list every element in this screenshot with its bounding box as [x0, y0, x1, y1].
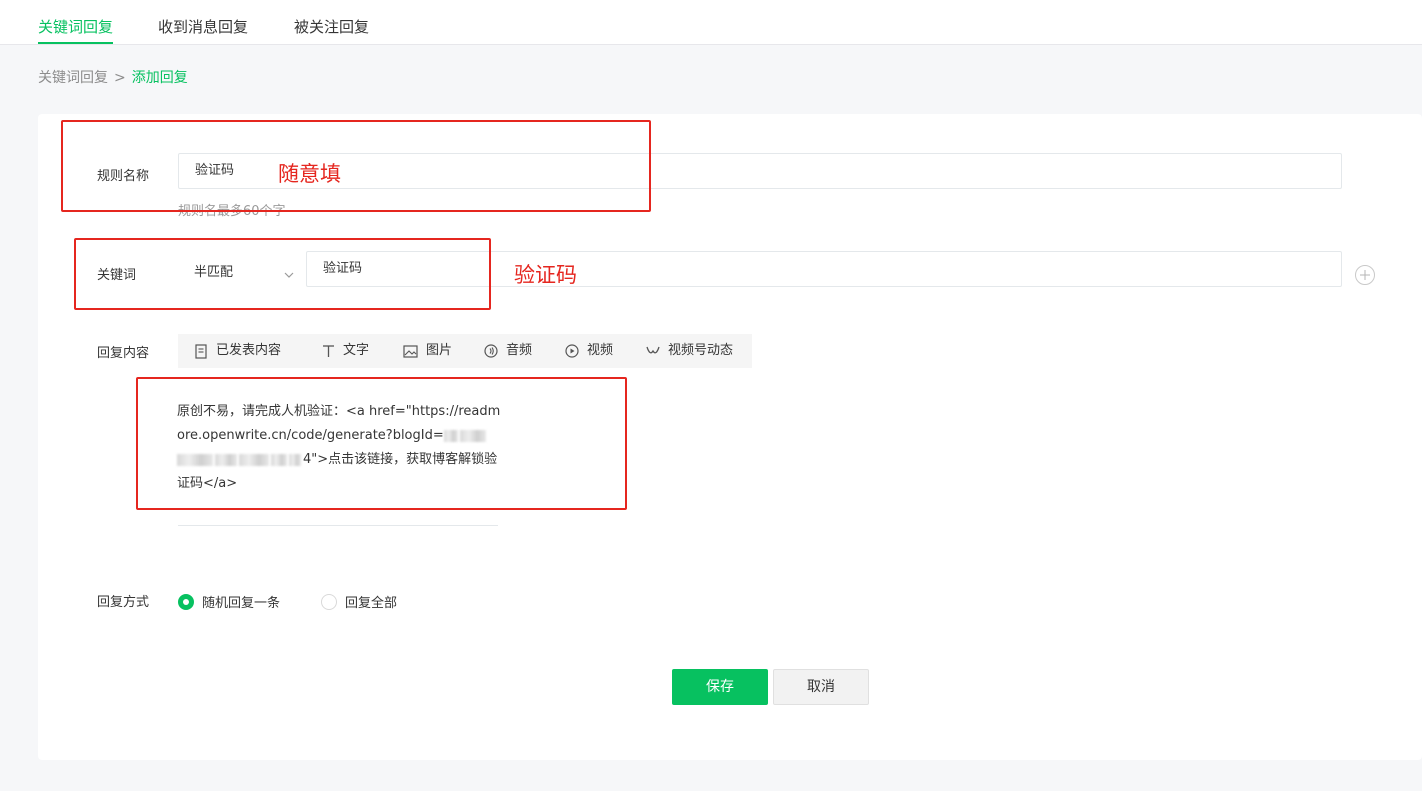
toolbar-audio-label: 音频 — [506, 343, 533, 358]
tab-follow-reply[interactable]: 被关注回复 — [294, 16, 369, 44]
channels-icon — [646, 346, 660, 354]
radio-reply-all-label: 回复全部 — [345, 596, 398, 611]
add-keyword-button[interactable] — [1355, 265, 1375, 285]
form-card: 规则名称 验证码 规则名最多60个字 随意填 关键词 半匹配 验证码 验证码 回… — [38, 114, 1422, 760]
tab-keyword-reply[interactable]: 关键词回复 — [38, 16, 114, 44]
annotation-box-keyword — [74, 238, 491, 310]
audio-icon — [484, 344, 498, 358]
radio-reply-all[interactable]: 回复全部 — [321, 592, 397, 611]
breadcrumb-parent[interactable]: 关键词回复 — [38, 70, 108, 86]
reply-toolbar: 已发表内容 文字 图片 音频 视频 视频号动态 — [178, 334, 752, 368]
tab-bar: 关键词回复 收到消息回复 被关注回复 — [0, 0, 1422, 45]
radio-dot-checked — [178, 593, 194, 610]
toolbar-published-content[interactable]: 已发表内容 — [195, 334, 281, 368]
reply-text-underline — [178, 525, 498, 526]
tab-message-reply[interactable]: 收到消息回复 — [158, 16, 248, 44]
reply-content-label: 回复内容 — [97, 346, 150, 361]
document-icon — [195, 343, 207, 359]
radio-dot-unchecked — [321, 593, 337, 610]
image-icon — [403, 344, 418, 358]
toolbar-image-label: 图片 — [426, 343, 453, 358]
cancel-button[interactable]: 取消 — [773, 669, 869, 705]
text-icon — [323, 345, 334, 357]
reply-mode-label: 回复方式 — [97, 595, 150, 610]
annotation-box-rule-name — [61, 120, 651, 212]
toolbar-audio[interactable]: 音频 — [484, 334, 532, 368]
keyword-annotation: 验证码 — [514, 263, 577, 287]
radio-random-one-label: 随机回复一条 — [202, 596, 281, 611]
toolbar-published-content-label: 已发表内容 — [216, 343, 282, 358]
toolbar-text-label: 文字 — [343, 343, 370, 358]
toolbar-text[interactable]: 文字 — [322, 334, 369, 368]
save-button[interactable]: 保存 — [672, 669, 768, 705]
toolbar-image[interactable]: 图片 — [403, 334, 452, 368]
video-icon — [565, 344, 579, 358]
radio-random-one[interactable]: 随机回复一条 — [178, 592, 280, 611]
toolbar-channels[interactable]: 视频号动态 — [646, 334, 733, 368]
breadcrumb: 关键词回复 > 添加回复 — [38, 67, 188, 87]
breadcrumb-current: 添加回复 — [131, 70, 188, 86]
annotation-box-reply-content — [136, 377, 627, 510]
breadcrumb-separator: > — [114, 70, 126, 86]
toolbar-channels-label: 视频号动态 — [668, 343, 734, 358]
toolbar-video[interactable]: 视频 — [565, 334, 613, 368]
toolbar-video-label: 视频 — [587, 343, 614, 358]
